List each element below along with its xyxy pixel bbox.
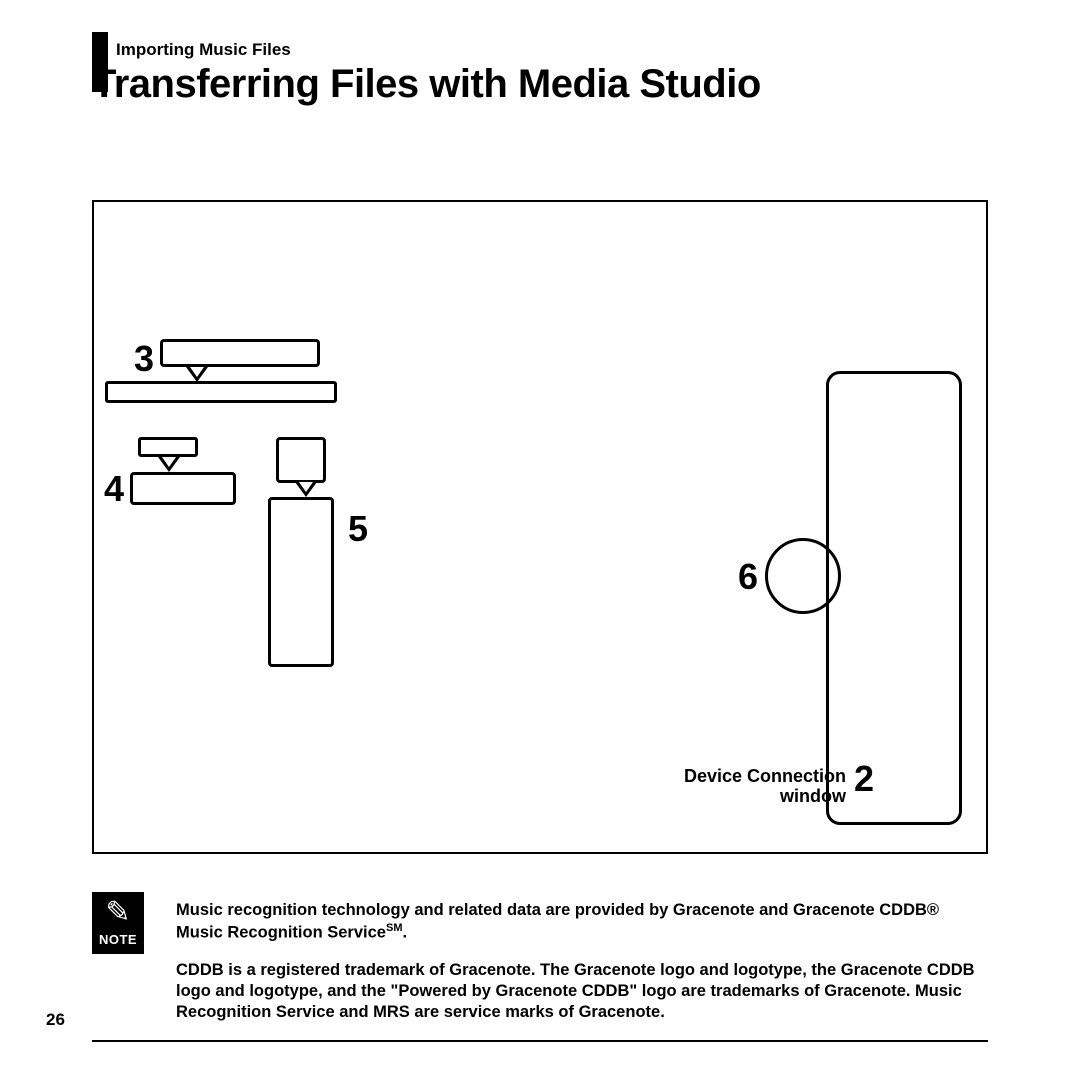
device-connection-label-line2: window: [780, 786, 846, 807]
device-connection-window-box: [826, 371, 962, 825]
note-paragraph-1: Music recognition technology and related…: [176, 900, 988, 944]
note-icon: ✎ NOTE: [92, 892, 144, 954]
callout-5-box: [268, 497, 334, 667]
callout-3-target-bar: [105, 381, 337, 403]
callout-4-pointer: [158, 457, 180, 472]
callout-5-pointer: [295, 482, 317, 497]
callout-5-number: 5: [348, 508, 368, 550]
callout-6-number: 6: [738, 556, 758, 598]
callout-2-number: 2: [854, 758, 874, 800]
page-title: Transferring Files with Media Studio: [92, 62, 761, 107]
callout-4-box: [130, 472, 236, 505]
note-paragraph-2: CDDB is a registered trademark of Gracen…: [176, 960, 988, 1023]
page-number: 26: [46, 1010, 65, 1030]
callout-3-box: [160, 339, 320, 367]
callout-5-source-box: [276, 437, 326, 483]
callout-4-number: 4: [104, 468, 124, 510]
breadcrumb: Importing Music Files: [116, 40, 291, 60]
pencil-icon: ✎: [92, 894, 144, 932]
callout-3-pointer: [186, 367, 208, 382]
device-connection-label-line1: Device Connection: [684, 766, 846, 787]
bottom-rule: [92, 1040, 988, 1042]
callout-4-source-box: [138, 437, 198, 457]
callout-3-number: 3: [134, 338, 154, 380]
note-label: NOTE: [92, 932, 144, 947]
